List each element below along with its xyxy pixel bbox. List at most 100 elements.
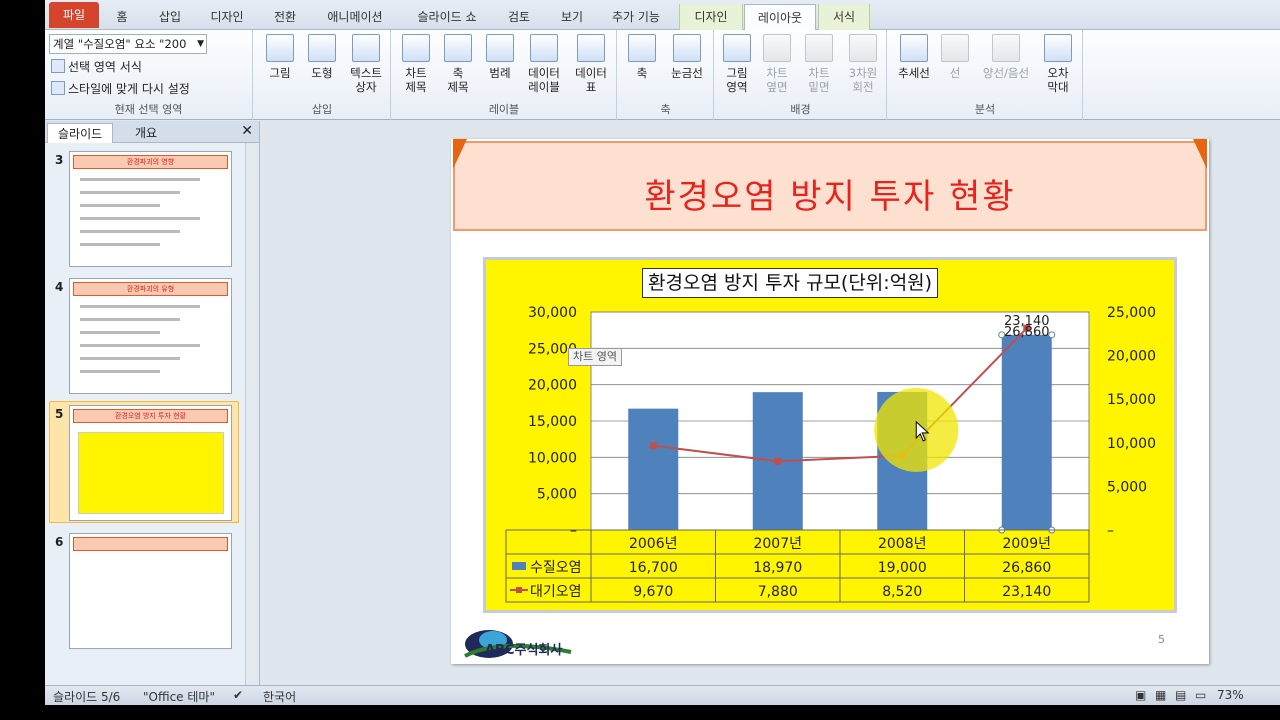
gridlines-icon (673, 34, 701, 62)
axes-button[interactable]: 축 (624, 34, 660, 80)
thumb-text-line (80, 230, 180, 233)
chart-title-button[interactable]: 차트 제목 (396, 34, 436, 94)
slide-title-box[interactable]: 환경오염 방지 투자 현황 (453, 141, 1207, 231)
tab-8[interactable]: 보기 (550, 4, 594, 30)
insert-textbox-button[interactable]: 텍스트 상자 (344, 34, 388, 94)
y-right-tick-label: 15,000 (1107, 392, 1156, 408)
chart-floor-icon (805, 34, 833, 62)
ribbon-tab-bar: 파일 홈 삽입 디자인 전환 애니메이션 슬라이드 쇼 검토 보기 추가 기능 디자인 레이아웃 서식 (45, 0, 1280, 31)
tab-1[interactable]: 홈 (105, 4, 139, 30)
view-reading-icon[interactable]: ▤ (1175, 688, 1186, 702)
trendline-button[interactable]: 추세선 (892, 34, 936, 80)
view-sorter-icon[interactable]: ▦ (1155, 688, 1166, 702)
group-label-analysis: 분석 (974, 103, 996, 116)
chart-elements-dropdown[interactable]: 계열 "수질오염" 요소 "200 ▼ (49, 34, 207, 54)
thumb-text-line (80, 204, 160, 207)
format-selection-button[interactable]: 선택 영역 서식 (51, 58, 142, 75)
textbox-icon (352, 34, 380, 62)
tab-11[interactable]: 레이아웃 (744, 4, 816, 31)
slide-thumb-number: 6 (55, 535, 64, 549)
ribbon: 계열 "수질오염" 요소 "200 ▼ 선택 영역 서식 스타일에 맞게 다시 설… (45, 30, 1280, 120)
slide-number: 5 (1158, 633, 1165, 646)
tab-5[interactable]: 애니메이션 (315, 4, 395, 30)
tab-0[interactable]: 파일 (49, 2, 99, 28)
chevron-down-icon: ▼ (197, 39, 204, 49)
data-table-value: 9,670 (633, 584, 673, 600)
title-corner-left (453, 139, 467, 169)
pane-scrollbar[interactable] (245, 143, 259, 685)
tab-12[interactable]: 서식 (818, 4, 870, 30)
line-marker (774, 457, 782, 465)
plot-area-icon (723, 34, 751, 62)
y-right-tick-label: 10,000 (1107, 436, 1156, 452)
y-right-tick-label: 5,000 (1107, 479, 1147, 495)
plot-area-button[interactable]: 그림 영역 (717, 34, 757, 94)
chart-floor-button[interactable]: 차트 밑면 (799, 34, 839, 94)
view-normal-icon[interactable]: ▣ (1135, 688, 1146, 702)
tab-4[interactable]: 전환 (263, 4, 307, 30)
company-logo: ABC주식회사 (464, 630, 572, 658)
legend-key-bar (512, 562, 526, 570)
chart-title-label: 차트 제목 (405, 66, 427, 94)
tab-slides[interactable]: 슬라이드 (47, 123, 114, 143)
chart-svg: – 5,000 10,000 15,000 20,000 25,000 30,000 – 5,0… (505, 305, 1156, 603)
slide-title: 환경오염 방지 투자 현황 (644, 177, 1016, 217)
rotation-3d-button[interactable]: 3차원 회전 (843, 34, 883, 94)
data-table-value: 16,700 (629, 560, 678, 576)
lines-button[interactable]: 선 (938, 34, 972, 80)
thumb-text-line (80, 370, 160, 373)
tab-2[interactable]: 삽입 (148, 4, 192, 30)
group-axes: 축 눈금선 축 (618, 30, 714, 120)
data-table-label: 데이터 표 (575, 66, 607, 94)
zoom-level[interactable]: 73% (1217, 688, 1244, 702)
slide-thumb-title: 환경파괴의 유형 (73, 282, 228, 296)
title-corner-right (1193, 139, 1207, 169)
spellcheck-icon[interactable]: ✔ (233, 688, 243, 702)
slides-pane: 슬라이드 개요 ✕ 3 환경파괴의 영향 4 환경파괴의 유형 5 환경오염 방지 투자 … (45, 121, 260, 685)
tab-3[interactable]: 디자인 (200, 4, 254, 30)
data-labels-button[interactable]: 데이터 레이블 (522, 34, 566, 94)
chart-wall-button[interactable]: 차트 옆면 (759, 34, 795, 94)
chart-area[interactable]: – 5,000 10,000 15,000 20,000 25,000 30,000 – 5,0… (483, 257, 1177, 613)
data-table-button[interactable]: 데이터 표 (570, 34, 612, 94)
insert-picture-button[interactable]: 그림 (262, 34, 298, 80)
view-slideshow-icon[interactable]: ▭ (1195, 688, 1206, 702)
tab-outline[interactable]: 개요 (125, 123, 167, 143)
data-table-value: 8,520 (882, 584, 922, 600)
trendline-icon (900, 34, 928, 62)
slide-thumbnail[interactable]: 환경파괴의 유형 (69, 278, 232, 394)
legend-icon (486, 34, 514, 62)
group-label-insert: 삽입 (311, 103, 333, 116)
powerpoint-window: 파일 홈 삽입 디자인 전환 애니메이션 슬라이드 쇼 검토 보기 추가 기능 디자인 레이아웃 서식 … (45, 0, 1280, 705)
close-icon[interactable]: ✕ (241, 123, 253, 139)
tab-7[interactable]: 검토 (497, 4, 541, 30)
status-language[interactable]: 한국어 (263, 688, 296, 705)
thumb-text-line (80, 217, 200, 220)
picture-icon (266, 34, 294, 62)
y-left-tick-label: 15,000 (528, 414, 577, 430)
tab-10[interactable]: 디자인 (679, 4, 743, 30)
chart-title[interactable]: 환경오염 방지 투자 규모(단위:억원) (642, 268, 939, 298)
error-bars-button[interactable]: 오차 막대 (1038, 34, 1078, 94)
slide-thumbnail[interactable] (69, 533, 232, 649)
slide-thumbnail[interactable]: 환경오염 방지 투자 현황 (69, 405, 232, 521)
status-slide-count: 슬라이드 5/6 (53, 690, 121, 704)
insert-shapes-button[interactable]: 도형 (304, 34, 340, 80)
slide-thumb-title: 환경파괴의 영향 (73, 155, 228, 169)
data-table-value: 23,140 (1002, 584, 1051, 600)
chart-area-tooltip: 차트 영역 (568, 348, 622, 366)
group-labels: 차트 제목 축 제목 범례 데이터 레이블 데이터 표 레이블 (392, 30, 617, 120)
legend-button[interactable]: 범례 (482, 34, 518, 80)
gridlines-button[interactable]: 눈금선 (664, 34, 710, 80)
tab-9[interactable]: 추가 기능 (601, 4, 671, 30)
updown-bars-button[interactable]: 양선/음선 (976, 34, 1036, 80)
tab-6[interactable]: 슬라이드 쇼 (403, 4, 491, 30)
y-left-tick-label: 10,000 (528, 450, 577, 466)
status-theme[interactable]: "Office 테마" (143, 688, 215, 705)
reset-style-button[interactable]: 스타일에 맞게 다시 설정 (51, 80, 190, 97)
axis-titles-button[interactable]: 축 제목 (438, 34, 478, 94)
group-analysis: 추세선 선 양선/음선 오차 막대 분석 (888, 30, 1083, 120)
data-table-icon (577, 34, 605, 62)
slide-thumbnail[interactable]: 환경파괴의 영향 (69, 151, 232, 267)
slide[interactable]: 환경오염 방지 투자 현황 – 5,000 10,000 15,000 20,000 25… (451, 139, 1209, 664)
